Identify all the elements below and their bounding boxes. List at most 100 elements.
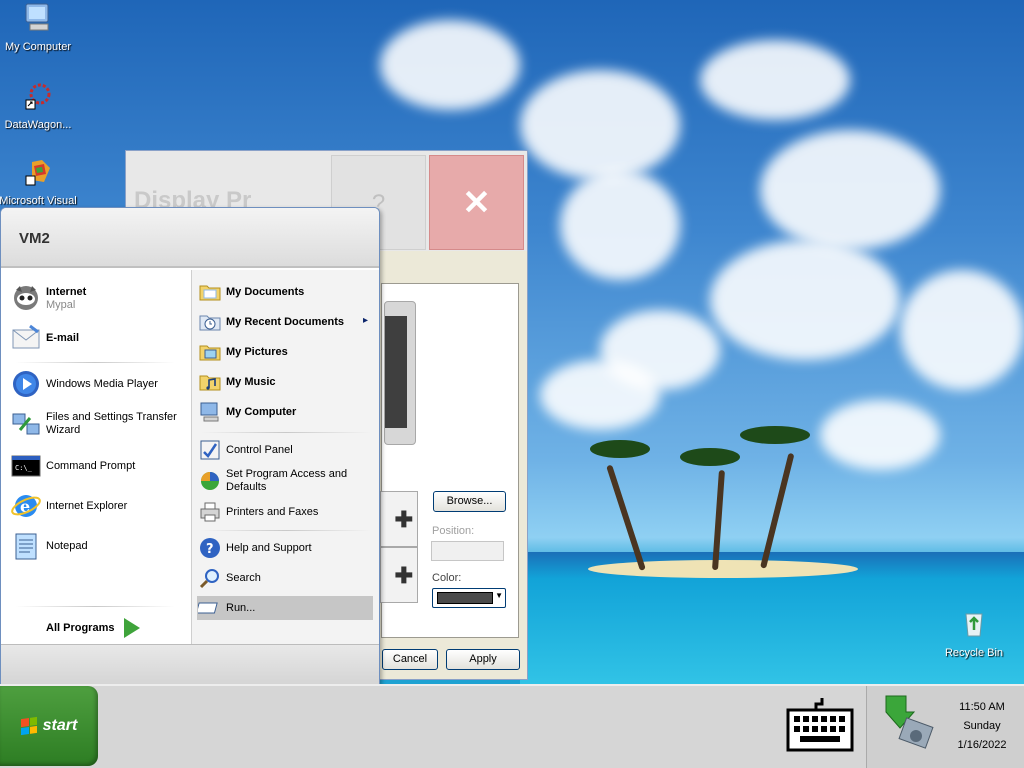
help-icon: ? xyxy=(200,538,220,558)
cancel-button[interactable]: Cancel xyxy=(382,649,438,670)
all-programs-button[interactable]: All Programs xyxy=(46,618,141,638)
pinned-email[interactable]: E-mail xyxy=(10,322,79,354)
pinned-email-label: E-mail xyxy=(46,331,80,344)
setting-printers-faxes[interactable]: Printers and Faxes xyxy=(198,500,318,524)
recent-internet-explorer[interactable]: e Internet Explorer xyxy=(10,490,127,522)
island xyxy=(588,560,858,578)
visual-studio-icon xyxy=(25,160,50,186)
keyboard-icon[interactable] xyxy=(786,696,854,754)
setting-label: Set Program Access and Defaults xyxy=(226,468,348,493)
desktop-icon-recycle-bin[interactable]: Recycle Bin xyxy=(934,608,1014,659)
recent-notepad[interactable]: Notepad xyxy=(10,530,88,562)
tool-label: Run... xyxy=(226,601,256,614)
desktop-icon-label: My Computer xyxy=(4,41,72,53)
place-my-recent-documents[interactable]: My Recent Documents ▸ xyxy=(198,310,374,334)
media-player-icon xyxy=(13,371,39,397)
tool-search[interactable]: Search xyxy=(198,566,261,590)
chevron-down-icon: ▼ xyxy=(495,591,503,600)
command-prompt-icon: C:\_ xyxy=(11,455,41,477)
pinned-internet-label: Internet xyxy=(46,285,87,298)
desktop-icon-label: Microsoft Visual xyxy=(0,195,77,207)
music-folder-icon xyxy=(199,375,221,391)
cloud xyxy=(820,400,940,470)
recent-files-settings-transfer[interactable]: Files and Settings Transfer Wizard xyxy=(10,408,186,440)
close-button[interactable]: ✕ xyxy=(429,155,524,250)
place-my-pictures[interactable]: My Pictures xyxy=(198,340,288,364)
submenu-arrow-icon: ▸ xyxy=(362,315,368,326)
setting-label: Control Panel xyxy=(226,443,293,456)
start-button[interactable]: start xyxy=(0,686,98,766)
pinned-internet[interactable]: Internet Mypal xyxy=(10,282,86,314)
mypal-icon xyxy=(14,286,38,310)
setting-label: Printers and Faxes xyxy=(226,505,319,518)
divider xyxy=(15,362,175,363)
recent-item-label: Notepad xyxy=(46,539,88,552)
recent-documents-icon xyxy=(199,315,221,331)
place-label: My Computer xyxy=(226,405,297,418)
control-panel-icon xyxy=(200,440,220,460)
setting-control-panel[interactable]: Control Panel xyxy=(198,438,293,462)
cloud xyxy=(380,20,520,110)
monitor-screen xyxy=(385,316,407,428)
all-programs-label: All Programs xyxy=(46,622,115,634)
start-menu: VM2 Internet Mypal E-mail Windows Media … xyxy=(0,207,380,685)
computer-icon xyxy=(25,3,49,31)
run-icon xyxy=(198,602,218,614)
program-access-icon xyxy=(201,472,219,490)
setting-program-access[interactable]: Set Program Access and Defaults xyxy=(198,468,374,494)
clock[interactable]: 11:50 AM Sunday 1/16/2022 xyxy=(944,698,1020,755)
network-icon[interactable] xyxy=(880,692,940,756)
windows-logo-icon xyxy=(20,716,37,736)
plus-box: ✚ xyxy=(380,491,418,547)
computer-icon xyxy=(200,402,219,422)
pinned-internet-sub: Mypal xyxy=(46,298,76,311)
search-icon xyxy=(199,569,219,589)
palm-frond xyxy=(680,448,740,466)
place-label: My Documents xyxy=(226,285,305,298)
recent-command-prompt[interactable]: C:\_ Command Prompt xyxy=(10,450,135,482)
recycle-bin-icon xyxy=(965,613,983,637)
palm-frond xyxy=(590,440,650,458)
recent-windows-media-player[interactable]: Windows Media Player xyxy=(10,368,158,400)
notepad-icon xyxy=(15,533,37,560)
desktop-icon-my-computer[interactable]: My Computer xyxy=(0,2,78,53)
user-name: VM2 xyxy=(19,230,50,247)
place-label: My Recent Documents xyxy=(226,315,344,328)
clock-day: Sunday xyxy=(963,720,1001,732)
pictures-folder-icon xyxy=(199,345,221,361)
cloud xyxy=(520,70,680,180)
position-label: Position: xyxy=(432,525,475,537)
place-my-documents[interactable]: My Documents xyxy=(198,280,304,304)
tool-label: Help and Support xyxy=(226,541,312,554)
svg-text:C:\_: C:\_ xyxy=(15,464,33,472)
start-label: start xyxy=(42,717,78,734)
color-swatch xyxy=(437,592,493,604)
printer-icon xyxy=(200,502,220,522)
svg-text:?: ? xyxy=(206,542,214,557)
desktop-icon-label: DataWagon... xyxy=(4,119,72,131)
place-label: My Music xyxy=(226,375,276,388)
cloud xyxy=(710,240,900,360)
start-menu-footer xyxy=(1,644,379,684)
arrow-right-icon xyxy=(124,618,141,638)
color-picker-button[interactable]: ▼ xyxy=(432,588,506,608)
cloud xyxy=(540,360,660,430)
monitor-preview xyxy=(384,301,416,445)
place-my-music[interactable]: My Music xyxy=(198,370,276,394)
tool-help-support[interactable]: ? Help and Support xyxy=(198,536,312,560)
position-dropdown[interactable] xyxy=(431,541,504,561)
cloud xyxy=(700,40,850,120)
place-label: My Pictures xyxy=(226,345,288,358)
desktop-icon-datawagon[interactable]: DataWagon... xyxy=(0,80,78,131)
desktop-icon-microsoft-visual[interactable]: Microsoft Visual xyxy=(0,156,78,207)
browse-button[interactable]: Browse... xyxy=(433,491,506,512)
divider xyxy=(201,530,371,531)
apply-button[interactable]: Apply xyxy=(446,649,520,670)
recent-item-label: Internet Explorer xyxy=(46,499,128,512)
tool-run[interactable]: Run... xyxy=(198,596,255,620)
tool-label: Search xyxy=(226,571,261,584)
palm-frond xyxy=(740,426,810,444)
cloud xyxy=(900,270,1024,390)
divider xyxy=(201,432,371,433)
place-my-computer[interactable]: My Computer xyxy=(198,400,296,424)
